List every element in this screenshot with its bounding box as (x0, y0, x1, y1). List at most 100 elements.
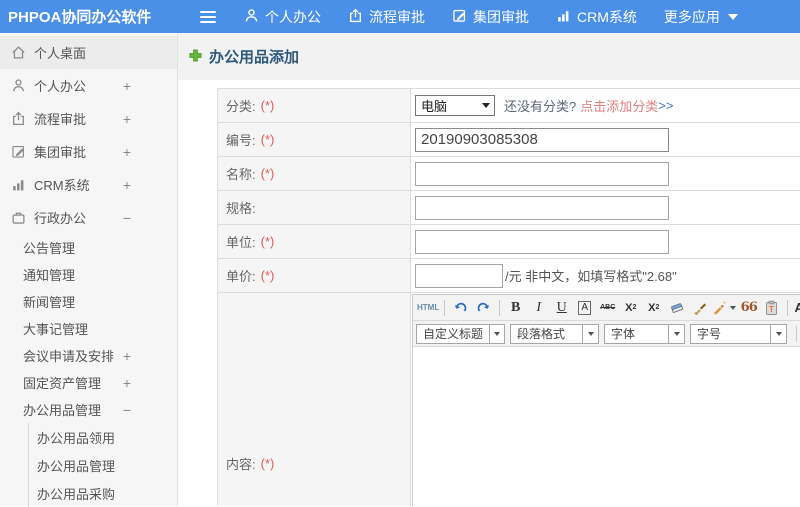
price-input[interactable] (415, 263, 503, 288)
eraser-icon[interactable] (666, 298, 687, 318)
share-icon (11, 111, 26, 126)
expand-toggle[interactable]: + (123, 348, 131, 364)
field-label: 规格: (226, 201, 256, 216)
required-mark: (*) (260, 455, 275, 471)
caret-down-icon (730, 305, 737, 310)
nav-crm[interactable]: CRM系统 (556, 7, 637, 27)
expand-toggle[interactable]: + (123, 375, 131, 391)
sidebar-item-meeting-request[interactable]: 会议申请及安排 + (0, 342, 177, 369)
blockquote-button[interactable]: 66 (738, 298, 759, 318)
caret-down-icon (770, 324, 786, 343)
expand-toggle[interactable]: + (123, 177, 131, 193)
sidebar-item-admin-office[interactable]: 行政办公 − (0, 201, 177, 234)
form-row-spec: 规格: (218, 191, 800, 225)
sidebar-item-news-mgmt[interactable]: 新闻管理 (0, 288, 177, 315)
sidebar-item-office-supplies-manage[interactable]: 办公用品管理 (28, 451, 177, 479)
sidebar-item-group-approval[interactable]: 集团审批 + (0, 135, 177, 168)
unit-input[interactable] (415, 229, 669, 254)
editor-toolbar-row2: 自定义标题 段落格式 字体 字号 (413, 321, 800, 347)
category-select[interactable]: 电脑 (415, 95, 495, 116)
code-input[interactable] (415, 127, 669, 152)
sidebar-item-notice-mgmt[interactable]: 通知管理 (0, 261, 177, 288)
page-title: 办公用品添加 (209, 49, 300, 66)
html-source-button[interactable]: HTML (417, 298, 439, 318)
expand-toggle[interactable]: + (123, 144, 131, 160)
sidebar-item-personal-desktop[interactable]: 个人桌面 (0, 36, 177, 69)
name-input[interactable] (415, 161, 669, 186)
paragraph-format-select[interactable]: 段落格式 (510, 323, 599, 344)
format-painter-icon[interactable] (689, 298, 710, 318)
collapse-toggle[interactable]: − (123, 210, 131, 226)
edit-icon (11, 144, 26, 159)
underline-button[interactable]: U (551, 298, 572, 318)
quick-format-icon[interactable] (712, 298, 737, 318)
nav-workflow-approval[interactable]: 流程审批 (348, 7, 425, 27)
sidebar-item-memorabilia-mgmt[interactable]: 大事记管理 (0, 315, 177, 342)
font-box-button[interactable]: A (574, 298, 595, 318)
bold-button[interactable]: B (505, 298, 526, 318)
undo-button[interactable] (450, 298, 471, 318)
select-caret-icon (482, 103, 490, 108)
caret-down-icon (668, 324, 684, 343)
nav-more-apps[interactable]: 更多应用 (664, 7, 738, 27)
user-icon (244, 8, 259, 26)
sidebar-item-personal-office[interactable]: 个人办公 + (0, 69, 177, 102)
form-row-content: 内容: (*) HTML B I U A ABC X 2 X 2 66 T 自定… (218, 293, 800, 506)
sidebar-item-fixed-assets-mgmt[interactable]: 固定资产管理 + (0, 369, 177, 396)
add-category-arrows[interactable]: >> (658, 98, 673, 113)
briefcase-icon (11, 210, 26, 225)
font-family-select[interactable]: 字体 (604, 323, 685, 344)
share-icon (348, 8, 363, 26)
supply-add-form: 分类:(*) 电脑 还没有分类? 点击添加分类 >> 编号:(*) 名称:( (217, 88, 800, 506)
home-icon (11, 45, 26, 60)
add-category-link[interactable]: 点击添加分类 (580, 96, 658, 115)
svg-text:T: T (769, 305, 774, 314)
subscript-button[interactable]: X2 (643, 298, 664, 318)
required-mark: (*) (260, 234, 275, 249)
form-row-category: 分类: (*) 电脑 还没有分类? 点击添加分类 >> (218, 89, 800, 123)
sidebar-item-office-supplies-purchase[interactable]: 办公用品采购 (28, 479, 177, 507)
bar-chart-icon (11, 177, 26, 192)
paste-plain-text-icon[interactable]: T (761, 298, 782, 318)
field-label: 分类: (226, 99, 256, 114)
nav-personal-office[interactable]: 个人办公 (244, 7, 321, 27)
app-logo: PHPOA协同办公软件 (8, 9, 152, 26)
toolbar-separator (444, 299, 446, 316)
sidebar: 个人桌面 个人办公 + 流程审批 + 集团审批 + CRM系统 + 行政办公 −… (0, 33, 178, 507)
sidebar-item-announcement-mgmt[interactable]: 公告管理 (0, 234, 177, 261)
expand-toggle[interactable]: + (123, 78, 131, 94)
hamburger-menu-icon[interactable] (196, 7, 220, 27)
collapse-toggle[interactable]: − (123, 402, 131, 418)
required-mark: (*) (260, 166, 275, 181)
editor-toolbar-row1: HTML B I U A ABC X2 X2 66 T (413, 295, 800, 321)
field-label: 单价: (226, 269, 256, 284)
top-bar: PHPOA协同办公软件 个人办公 流程审批 集团审批 CRM系统 更多应用 (0, 0, 800, 33)
nav-group-approval[interactable]: 集团审批 (452, 7, 529, 27)
italic-button[interactable]: I (528, 298, 549, 318)
superscript-button[interactable]: X2 (620, 298, 641, 318)
strikethrough-button[interactable]: ABC (597, 298, 618, 318)
sidebar-item-office-supplies-claim[interactable]: 办公用品领用 (28, 423, 177, 451)
form-row-unit: 单位: (*) (218, 225, 800, 259)
heading-select[interactable]: 自定义标题 (416, 323, 505, 344)
rich-text-editor: HTML B I U A ABC X2 X2 66 T 自定义标题 段落格式 字… (412, 294, 800, 506)
font-size-select[interactable]: 字号 (690, 323, 787, 344)
sidebar-item-workflow-approval[interactable]: 流程审批 + (0, 102, 177, 135)
caret-down-icon (489, 324, 504, 343)
bar-chart-icon (556, 8, 571, 26)
toolbar-separator (499, 299, 501, 316)
caret-down-icon (582, 324, 598, 343)
redo-button[interactable] (473, 298, 494, 318)
editor-content-area[interactable] (413, 347, 800, 506)
sidebar-item-crm[interactable]: CRM系统 + (0, 168, 177, 201)
page-title-band: 办公用品添加 (178, 33, 800, 80)
font-color-button[interactable]: A (793, 298, 800, 318)
category-hint: 还没有分类? (504, 99, 577, 114)
spec-input[interactable] (415, 195, 669, 220)
edit-icon (452, 8, 467, 26)
required-mark: (*) (260, 98, 275, 113)
expand-toggle[interactable]: + (123, 111, 131, 127)
top-nav: 个人办公 流程审批 集团审批 CRM系统 更多应用 (244, 7, 738, 27)
caret-down-icon (727, 13, 738, 20)
sidebar-item-office-supplies-mgmt[interactable]: 办公用品管理 − (0, 396, 177, 423)
